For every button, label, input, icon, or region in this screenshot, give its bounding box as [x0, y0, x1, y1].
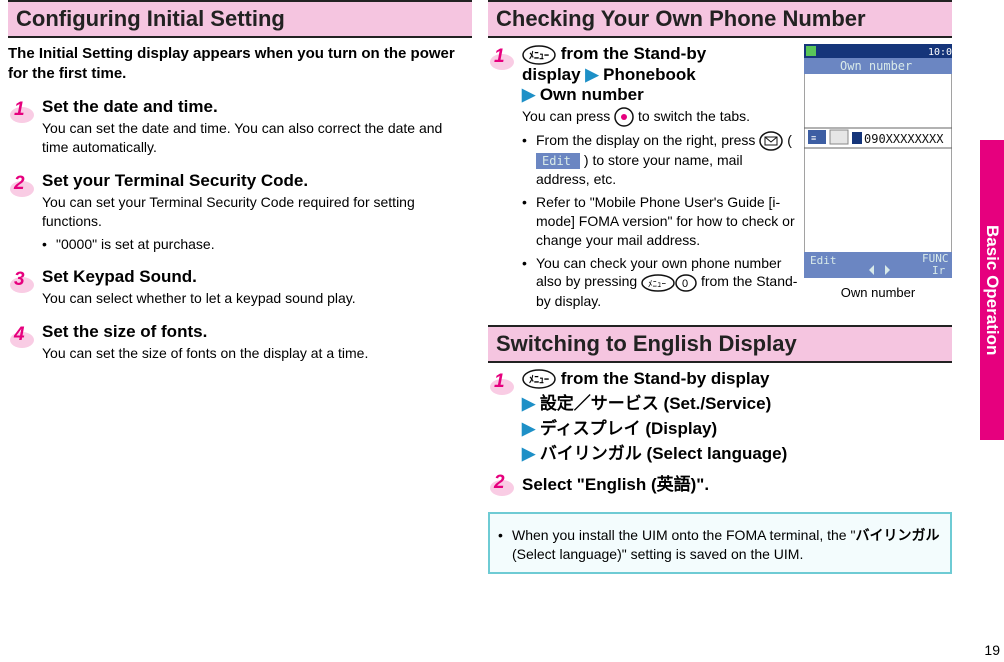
left-step-3: 3 Set Keypad Sound. You can select wheth… — [8, 267, 472, 308]
step-num: 4 — [14, 324, 25, 346]
path: Phonebook — [603, 65, 696, 84]
arrow-icon: ▶ — [522, 394, 535, 413]
svg-text:10:00: 10:00 — [928, 47, 952, 58]
left-step-4: 4 Set the size of fonts. You can set the… — [8, 322, 472, 363]
checking-section-title: Checking Your Own Phone Number — [488, 0, 952, 38]
menu-key-icon: ﾒﾆｭｰ — [522, 45, 556, 65]
edit-label-icon: Edit — [536, 153, 580, 169]
step-bullet: • "0000" is set at purchase. — [42, 235, 472, 254]
svg-text:Edit: Edit — [810, 254, 837, 267]
uim-note: • When you install the UIM onto the FOMA… — [488, 512, 952, 574]
svg-text:ﾒﾆｭｰ: ﾒﾆｭｰ — [529, 50, 549, 62]
step-title: Set the date and time. — [42, 97, 472, 117]
step-title: Set Keypad Sound. — [42, 267, 472, 287]
step-title: Select "English (英語)". — [522, 470, 952, 495]
switching-section-title: Switching to English Display — [488, 325, 952, 363]
arrow-icon: ▶ — [585, 65, 598, 84]
path: Own number — [540, 85, 644, 104]
svg-text:Own number: Own number — [840, 59, 912, 73]
checking-bullet-2: • Refer to "Mobile Phone User's Guide [i… — [522, 193, 798, 250]
phone-screenshot: 10:00 Own number ≡ 090XXXXXXXX Edit FUNC… — [804, 44, 952, 300]
svg-text:0: 0 — [682, 278, 688, 290]
left-intro: The Initial Setting display appears when… — [8, 44, 472, 83]
step-num: 1 — [494, 46, 505, 68]
left-step-1: 1 Set the date and time. You can set the… — [8, 97, 472, 157]
zero-key-icon: 0 — [675, 274, 697, 292]
left-section-title: Configuring Initial Setting — [8, 0, 472, 38]
step-desc: You can set the size of fonts on the dis… — [42, 344, 472, 363]
svg-text:ﾒﾆｭｰ: ﾒﾆｭｰ — [529, 374, 549, 386]
svg-text:Edit: Edit — [542, 154, 571, 168]
arrow-icon: ▶ — [522, 85, 535, 104]
switching-step-1: 1 ﾒﾆｭｰ from the Stand-by display ▶ 設定／サー… — [488, 369, 952, 467]
step-num: 2 — [14, 173, 25, 195]
step-desc: You can set the date and time. You can a… — [42, 119, 472, 157]
svg-text:090XXXXXXXX: 090XXXXXXXX — [864, 132, 944, 146]
arrow-icon: ▶ — [522, 444, 535, 463]
svg-text:Ir: Ir — [932, 264, 946, 277]
mail-key-icon — [759, 131, 783, 151]
step-desc: You can set your Terminal Security Code … — [42, 193, 472, 231]
txt: from the Stand-by — [561, 44, 706, 63]
bullet-text: "0000" is set at purchase. — [56, 235, 215, 254]
txt: display — [522, 65, 581, 84]
menu-key-icon: ﾒﾆｭｰ — [522, 369, 556, 389]
svg-text:ﾒﾆｭｰ: ﾒﾆｭｰ — [648, 279, 667, 289]
step-desc: You can select whether to let a keypad s… — [42, 289, 472, 308]
side-tab: Basic Operation — [980, 140, 1004, 440]
step-title: Set the size of fonts. — [42, 322, 472, 342]
step-num: 1 — [14, 99, 25, 121]
step-num: 1 — [494, 371, 505, 393]
page-number: 19 — [984, 642, 1000, 658]
left-step-2: 2 Set your Terminal Security Code. You c… — [8, 171, 472, 254]
nav-key-icon — [614, 107, 634, 127]
arrow-icon: ▶ — [522, 419, 535, 438]
step-title: Set your Terminal Security Code. — [42, 171, 472, 191]
svg-text:≡: ≡ — [811, 133, 816, 143]
switching-step-2: 2 Select "English (英語)". — [488, 470, 952, 498]
phone-label: Own number — [804, 285, 952, 300]
checking-bullet-1: • From the display on the right, press (… — [522, 131, 798, 189]
checking-step-1: 1 ﾒﾆｭｰ from the Stand-by display ▶ Phone… — [488, 44, 798, 311]
menu-key-icon: ﾒﾆｭｰ — [641, 274, 675, 292]
checking-bullet-3: • You can check your own phone number al… — [522, 254, 798, 311]
step-num: 2 — [494, 472, 505, 494]
checking-desc: You can press to switch the tabs. — [522, 107, 798, 127]
step-num: 3 — [14, 269, 25, 291]
